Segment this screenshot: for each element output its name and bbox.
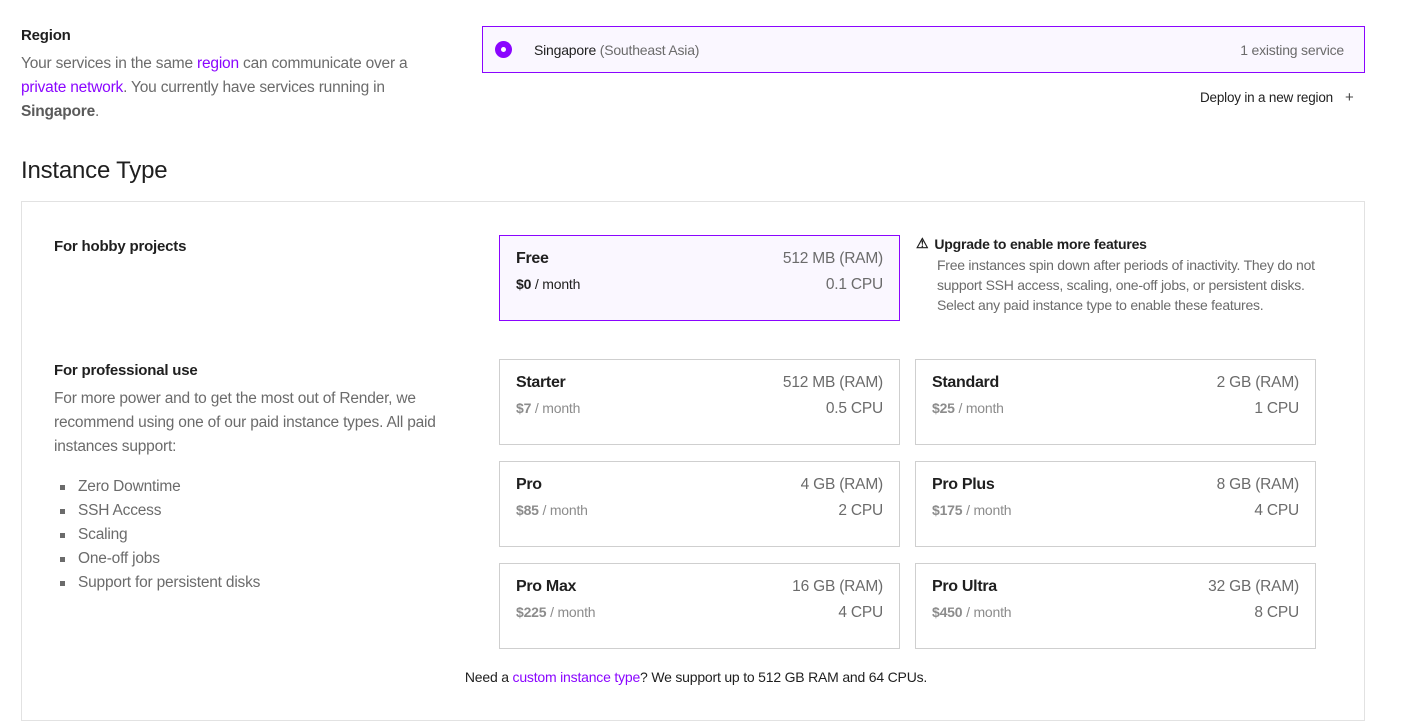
plus-icon: + (1344, 89, 1354, 106)
instance-price-value: $175 (932, 502, 963, 518)
custom-note-text: ? We support up to 512 GB RAM and 64 CPU… (640, 669, 928, 685)
instance-cpu: 0.1 CPU (825, 276, 883, 293)
feature-item: SSH Access (60, 499, 260, 523)
instance-ram: 512 MB (RAM) (782, 374, 883, 391)
region-title: Region (21, 27, 71, 44)
instance-price-period: / month (550, 604, 596, 620)
region-info: Region Your services in the same region … (21, 27, 441, 124)
instance-price-period: / month (966, 604, 1012, 620)
custom-note-text: Need a (464, 669, 513, 685)
instance-ram: 512 MB (RAM) (782, 250, 883, 267)
bullet-icon (60, 508, 65, 514)
instance-cpu: 8 CPU (1254, 604, 1299, 621)
region-link[interactable]: region (197, 55, 239, 72)
instance-cpu: 1 CPU (1254, 400, 1299, 417)
bullet-icon (60, 556, 65, 562)
instance-price: $175 / month (932, 502, 1012, 518)
radio-selected-icon[interactable] (495, 41, 512, 58)
bullet-icon (60, 532, 65, 538)
instance-cpu: 4 CPU (838, 604, 883, 621)
instance-name: Starter (516, 374, 566, 391)
instance-ram: 32 GB (RAM) (1208, 578, 1299, 595)
upgrade-warning-body: Free instances spin down after periods o… (937, 257, 1315, 313)
instance-name: Standard (932, 374, 999, 391)
instance-ram: 16 GB (RAM) (792, 578, 883, 595)
feature-item: Support for persistent disks (60, 571, 260, 595)
feature-label: Zero Downtime (78, 478, 181, 495)
instance-name: Pro (516, 476, 542, 493)
instance-cpu: 2 CPU (838, 502, 883, 519)
upgrade-warning-title: Upgrade to enable more features (934, 235, 1147, 252)
existing-service-count: 1 existing service (1240, 41, 1344, 58)
instance-price: $25 / month (932, 400, 1004, 416)
region-desc-text: . You currently have services running in (123, 79, 385, 96)
deploy-new-region-label: Deploy in a new region (1200, 90, 1333, 105)
instance-price-value: $0 (516, 276, 532, 292)
instance-type-panel: For hobby projects Free 512 MB (RAM) $0 … (21, 201, 1365, 721)
region-option-name: Singapore (534, 41, 597, 58)
region-description: Your services in the same region can com… (21, 52, 441, 124)
instance-name: Pro Plus (932, 476, 995, 493)
instance-price-period: / month (534, 276, 581, 292)
instance-card-standard[interactable]: Standard 2 GB (RAM) $25 / month 1 CPU (915, 359, 1316, 445)
feature-label: One-off jobs (78, 550, 160, 567)
custom-instance-type-link[interactable]: custom instance type (513, 669, 641, 685)
instance-price: $0 / month (516, 276, 580, 292)
feature-list: Zero Downtime SSH Access Scaling One-off… (60, 475, 260, 595)
feature-item: One-off jobs (60, 547, 260, 571)
warning-icon: ⚠ (916, 235, 929, 251)
instance-price-period: / month (534, 400, 581, 416)
custom-instance-note: Need a custom instance type? We support … (22, 669, 1364, 685)
instance-name: Free (516, 250, 549, 267)
instance-price-value: $85 (516, 502, 539, 518)
instance-name: Pro Ultra (932, 578, 997, 595)
instance-ram: 4 GB (RAM) (800, 476, 884, 493)
region-desc-text: . (95, 103, 100, 120)
instance-cpu: 0.5 CPU (825, 400, 883, 417)
feature-label: SSH Access (78, 502, 162, 519)
instance-cpu: 4 CPU (1254, 502, 1299, 519)
region-desc-text: Your services in the same (21, 55, 198, 72)
instance-price-value: $7 (516, 400, 532, 416)
professional-use-description: For more power and to get the most out o… (54, 390, 436, 455)
instance-card-pro-max[interactable]: Pro Max 16 GB (RAM) $225 / month 4 CPU (499, 563, 900, 649)
instance-card-pro-plus[interactable]: Pro Plus 8 GB (RAM) $175 / month 4 CPU (915, 461, 1316, 547)
deploy-new-region-button[interactable]: Deploy in a new region + (1200, 90, 1354, 105)
instance-name: Pro Max (516, 578, 577, 595)
instance-price-period: / month (542, 502, 588, 518)
instance-price: $450 / month (932, 604, 1012, 620)
bullet-icon (60, 484, 65, 490)
region-option-sub: (Southeast Asia) (599, 41, 700, 58)
hobby-projects-title: For hobby projects (54, 238, 187, 255)
instance-price: $225 / month (516, 604, 596, 620)
instance-card-pro-ultra[interactable]: Pro Ultra 32 GB (RAM) $450 / month 8 CPU (915, 563, 1316, 649)
feature-label: Scaling (78, 526, 128, 543)
feature-item: Scaling (60, 523, 260, 547)
professional-use-title: For professional use (54, 362, 198, 379)
upgrade-warning: ⚠ Upgrade to enable more features Free i… (916, 235, 1316, 315)
instance-ram: 2 GB (RAM) (1216, 374, 1300, 391)
instance-price-value: $25 (932, 400, 955, 416)
private-network-link[interactable]: private network (21, 79, 123, 96)
instance-price-value: $450 (932, 604, 963, 620)
instance-price: $85 / month (516, 502, 588, 518)
bullet-icon (60, 580, 65, 586)
upgrade-warning-header: ⚠ Upgrade to enable more features (916, 235, 1316, 252)
instance-price-period: / month (958, 400, 1004, 416)
instance-price-period: / month (966, 502, 1012, 518)
instance-card-starter[interactable]: Starter 512 MB (RAM) $7 / month 0.5 CPU (499, 359, 900, 445)
instance-card-pro[interactable]: Pro 4 GB (RAM) $85 / month 2 CPU (499, 461, 900, 547)
feature-item: Zero Downtime (60, 475, 260, 499)
current-region-name: Singapore (21, 103, 95, 120)
instance-price: $7 / month (516, 400, 580, 416)
region-option-label: Singapore (Southeast Asia) (534, 42, 699, 58)
instance-price-value: $225 (516, 604, 547, 620)
instance-ram: 8 GB (RAM) (1216, 476, 1300, 493)
feature-label: Support for persistent disks (78, 574, 261, 591)
instance-card-free[interactable]: Free 512 MB (RAM) $0 / month 0.1 CPU (499, 235, 900, 321)
region-desc-text: can communicate over a (238, 55, 408, 72)
instance-type-title: Instance Type (21, 157, 168, 184)
region-option-singapore[interactable]: Singapore (Southeast Asia) 1 existing se… (482, 26, 1365, 73)
